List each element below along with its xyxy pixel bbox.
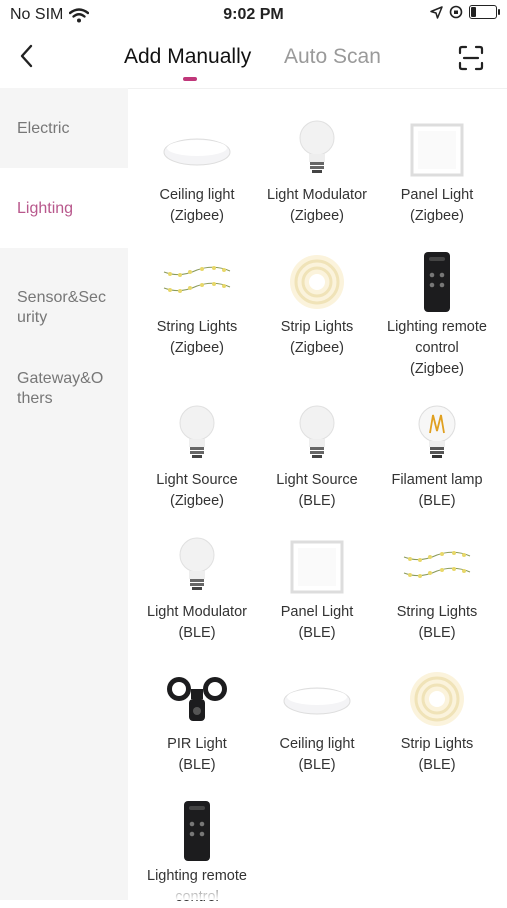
- panel-light-icon: [255, 532, 379, 602]
- device-light-modulator-ble[interactable]: Light Modulator (BLE): [135, 532, 259, 644]
- scan-code-button[interactable]: [457, 44, 485, 72]
- device-light-modulator-zigbee[interactable]: Light Modulator (Zigbee): [255, 115, 379, 227]
- sidebar-item-label: Electric: [17, 120, 70, 137]
- device-string-lights-ble[interactable]: String Lights (BLE): [375, 532, 499, 644]
- sidebar-item-label: Sensor&Sec urity: [17, 289, 106, 326]
- device-grid: Ceiling light (Zigbee) Light Modulator (…: [128, 88, 507, 905]
- device-light-source-zigbee[interactable]: Light Source (Zigbee): [135, 400, 259, 512]
- bulb-icon: [255, 115, 379, 185]
- device-label: Light Source (BLE): [276, 472, 358, 509]
- device-lighting-remote-control-zigbee[interactable]: Lighting remote control (Zigbee): [375, 247, 499, 380]
- device-label: Strip Lights (Zigbee): [280, 319, 354, 356]
- remote-control-icon: [135, 796, 259, 866]
- location-arrow-icon: [430, 5, 443, 19]
- bulb-icon: [135, 532, 259, 602]
- device-label: PIR Light (BLE): [167, 736, 227, 773]
- sidebar-item-lighting[interactable]: Lighting: [0, 168, 128, 248]
- sidebar-item-electric[interactable]: Electric: [0, 88, 128, 168]
- device-panel-light-ble[interactable]: Panel Light (BLE): [255, 532, 379, 644]
- ceiling-light-icon: [135, 115, 259, 185]
- pir-light-icon: [135, 664, 259, 734]
- bulb-icon: [255, 400, 379, 470]
- device-label: Ceiling light (BLE): [279, 736, 355, 773]
- device-pir-light-ble[interactable]: PIR Light (BLE): [135, 664, 259, 776]
- status-bar: No SIM 9:02 PM: [0, 0, 507, 32]
- status-right: [430, 5, 500, 19]
- device-label: Light Modulator (Zigbee): [267, 187, 367, 224]
- filament-lamp-icon: [375, 400, 499, 470]
- device-filament-lamp-ble[interactable]: Filament lamp (BLE): [375, 400, 499, 512]
- orientation-lock-icon: [449, 5, 463, 19]
- tab-add-manually[interactable]: Add Manually: [124, 45, 251, 69]
- bulb-icon: [135, 400, 259, 470]
- panel-light-icon: [375, 115, 499, 185]
- scroll-fade: [128, 880, 507, 900]
- ceiling-light-icon: [255, 664, 379, 734]
- strip-lights-icon: [255, 247, 379, 317]
- device-label: Light Source (Zigbee): [156, 472, 238, 509]
- device-label: Light Modulator (BLE): [147, 604, 247, 641]
- active-tab-indicator: [183, 77, 197, 81]
- tab-auto-scan[interactable]: Auto Scan: [284, 45, 381, 69]
- sidebar-item-label: Lighting: [17, 200, 74, 217]
- string-lights-icon: [375, 532, 499, 602]
- device-label: Ceiling light (Zigbee): [159, 187, 235, 224]
- device-label: String Lights (Zigbee): [156, 319, 238, 356]
- device-ceiling-light-ble[interactable]: Ceiling light (BLE): [255, 664, 379, 776]
- device-label: Lighting remote control (Zigbee): [387, 319, 487, 377]
- category-sidebar: Electric Lighting Sensor&Sec urity Gatew…: [0, 88, 128, 900]
- device-label: Strip Lights (BLE): [400, 736, 474, 773]
- device-strip-lights-ble[interactable]: Strip Lights (BLE): [375, 664, 499, 776]
- device-label: Panel Light (Zigbee): [400, 187, 474, 224]
- device-panel-light-zigbee[interactable]: Panel Light (Zigbee): [375, 115, 499, 227]
- strip-lights-icon: [375, 664, 499, 734]
- top-nav: Add Manually Auto Scan: [0, 32, 507, 89]
- device-label: Panel Light (BLE): [280, 604, 354, 641]
- device-label: Filament lamp (BLE): [391, 472, 483, 509]
- string-lights-icon: [135, 247, 259, 317]
- device-string-lights-zigbee[interactable]: String Lights (Zigbee): [135, 247, 259, 359]
- device-strip-lights-zigbee[interactable]: Strip Lights (Zigbee): [255, 247, 379, 359]
- device-ceiling-light-zigbee[interactable]: Ceiling light (Zigbee): [135, 115, 259, 227]
- device-light-source-ble[interactable]: Light Source (BLE): [255, 400, 379, 512]
- sidebar-item-gateway-others[interactable]: Gateway&O thers: [0, 349, 128, 409]
- sidebar-item-label: Gateway&O thers: [17, 370, 104, 407]
- device-label: String Lights (BLE): [396, 604, 478, 641]
- remote-control-icon: [375, 247, 499, 317]
- battery-icon: [469, 5, 500, 19]
- sidebar-item-sensor-security[interactable]: Sensor&Sec urity: [0, 268, 128, 328]
- back-button[interactable]: [14, 42, 42, 70]
